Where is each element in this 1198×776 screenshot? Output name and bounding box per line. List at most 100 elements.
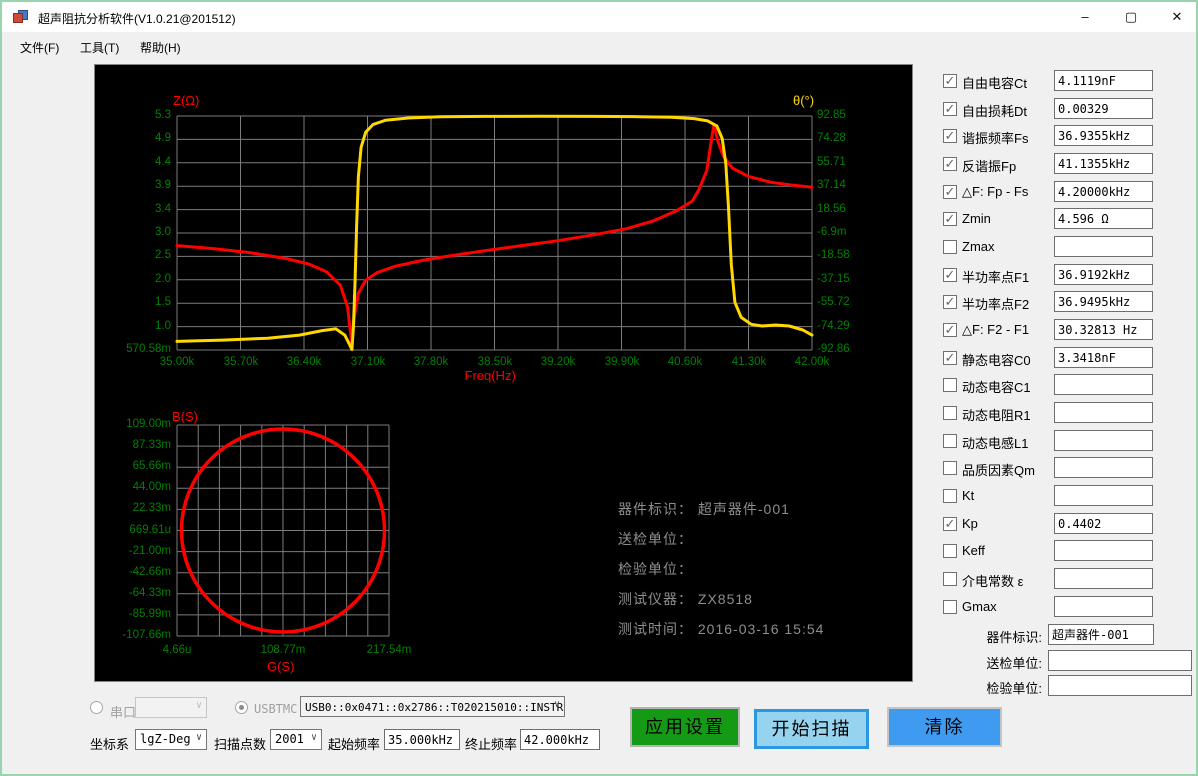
checkbox-zmin[interactable]: ✓ bbox=[943, 212, 957, 226]
b-axis-tick: 669.61u bbox=[95, 524, 171, 536]
scan-points-select[interactable]: 2001 ∨ bbox=[270, 729, 322, 750]
freq-axis-title: Freq(Hz) bbox=[465, 368, 516, 383]
freq-axis-tick: 38.50k bbox=[467, 356, 523, 368]
checkbox-delta-f-fp-fs[interactable]: ✓ bbox=[943, 185, 957, 199]
check-icon: ✓ bbox=[944, 296, 956, 308]
serial-port-select[interactable]: ∨ bbox=[135, 697, 207, 718]
usb-address-select[interactable]: USB0::0x0471::0x2786::T020215010::INSTR … bbox=[300, 696, 565, 717]
b-axis-tick: -64.33m bbox=[95, 587, 171, 599]
checkbox-gmax[interactable] bbox=[943, 600, 957, 614]
start-scan-button[interactable]: 开始扫描 bbox=[754, 709, 869, 749]
checkbox-f1[interactable]: ✓ bbox=[943, 268, 957, 282]
serial-radio[interactable] bbox=[90, 701, 103, 714]
freq-axis-tick: 35.70k bbox=[213, 356, 269, 368]
usbtmc-radio-label: USBTMC bbox=[254, 702, 297, 716]
id-input-submit-unit[interactable] bbox=[1048, 650, 1192, 671]
result-label-delta-f-fp-fs: △F: Fp - Fs bbox=[962, 184, 1028, 200]
serial-radio-label: 串口 bbox=[110, 702, 136, 721]
checkbox-c0[interactable]: ✓ bbox=[943, 351, 957, 365]
maximize-button[interactable]: ▢ bbox=[1108, 2, 1154, 32]
result-value-epsilon[interactable] bbox=[1054, 568, 1153, 589]
result-label-c1: 动态电容C1 bbox=[962, 377, 1031, 396]
z-axis-tick: 5.3 bbox=[95, 109, 171, 121]
checkbox-ct[interactable]: ✓ bbox=[943, 74, 957, 88]
apply-settings-button[interactable]: 应用设置 bbox=[630, 707, 740, 747]
result-value-f2[interactable] bbox=[1054, 291, 1153, 312]
result-value-c0[interactable] bbox=[1054, 347, 1153, 368]
checkbox-zmax[interactable] bbox=[943, 240, 957, 254]
result-value-dt[interactable] bbox=[1054, 98, 1153, 119]
check-icon: ✓ bbox=[944, 213, 956, 225]
result-value-l1[interactable] bbox=[1054, 430, 1153, 451]
result-label-dt: 自由损耗Dt bbox=[962, 101, 1027, 120]
check-icon: ✓ bbox=[944, 158, 956, 170]
theta-axis-tick: 74.28 bbox=[817, 132, 877, 144]
menu-item-help[interactable]: 帮助(H) bbox=[136, 37, 185, 58]
check-icon: ✓ bbox=[944, 186, 956, 198]
result-value-ct[interactable] bbox=[1054, 70, 1153, 91]
device-info-block: 器件标识： 超声器件-001送检单位：检验单位：测试仪器： ZX8518测试时间… bbox=[618, 499, 824, 649]
result-label-zmin: Zmin bbox=[962, 211, 991, 226]
b-axis-tick: 44.00m bbox=[95, 481, 171, 493]
result-value-f1[interactable] bbox=[1054, 264, 1153, 285]
menu-item-file[interactable]: 文件(F) bbox=[16, 37, 63, 58]
result-value-fp[interactable] bbox=[1054, 153, 1153, 174]
b-axis-tick: -85.99m bbox=[95, 608, 171, 620]
result-label-r1: 动态电阻R1 bbox=[962, 405, 1031, 424]
result-value-keff[interactable] bbox=[1054, 540, 1153, 561]
start-freq-input[interactable] bbox=[384, 729, 460, 750]
clear-button[interactable]: 清除 bbox=[887, 707, 1002, 747]
result-value-kt[interactable] bbox=[1054, 485, 1153, 506]
checkbox-kp[interactable]: ✓ bbox=[943, 517, 957, 531]
stop-freq-input[interactable] bbox=[520, 729, 600, 750]
result-value-zmax[interactable] bbox=[1054, 236, 1153, 257]
checkbox-l1[interactable] bbox=[943, 434, 957, 448]
minimize-button[interactable]: – bbox=[1062, 2, 1108, 32]
id-input-inspect-unit[interactable] bbox=[1048, 675, 1192, 696]
menu-item-tools[interactable]: 工具(T) bbox=[76, 37, 123, 58]
check-icon: ✓ bbox=[944, 130, 956, 142]
chart-panel: Z(Ω)θ(°)Freq(Hz)B(S)G(S)5.34.94.43.93.43… bbox=[94, 64, 913, 682]
checkbox-fp[interactable]: ✓ bbox=[943, 157, 957, 171]
result-value-zmin[interactable] bbox=[1054, 208, 1153, 229]
z-axis-tick: 2.5 bbox=[95, 249, 171, 261]
result-value-delta-f-f2-f1[interactable] bbox=[1054, 319, 1153, 340]
checkbox-delta-f-f2-f1[interactable]: ✓ bbox=[943, 323, 957, 337]
theta-axis-tick: -37.15 bbox=[817, 273, 877, 285]
z-axis-tick: 1.0 bbox=[95, 320, 171, 332]
close-button[interactable]: ✕ bbox=[1154, 2, 1198, 32]
result-value-r1[interactable] bbox=[1054, 402, 1153, 423]
id-input-device-id[interactable] bbox=[1048, 624, 1154, 645]
checkbox-dt[interactable]: ✓ bbox=[943, 102, 957, 116]
checkbox-c1[interactable] bbox=[943, 378, 957, 392]
g-axis-tick: 217.54m bbox=[354, 644, 424, 656]
result-label-l1: 动态电感L1 bbox=[962, 433, 1028, 452]
result-value-kp[interactable] bbox=[1054, 513, 1153, 534]
z-axis-tick: 3.4 bbox=[95, 203, 171, 215]
checkbox-epsilon[interactable] bbox=[943, 572, 957, 586]
result-value-gmax[interactable] bbox=[1054, 596, 1153, 617]
window-title: 超声阻抗分析软件(V1.0.21@201512) bbox=[38, 10, 236, 27]
coord-system-label: 坐标系 bbox=[90, 734, 129, 753]
result-label-delta-f-f2-f1: △F: F2 - F1 bbox=[962, 322, 1029, 338]
device-info-line: 测试时间： 2016-03-16 15:54 bbox=[618, 619, 824, 649]
coord-system-select[interactable]: lgZ-Deg ∨ bbox=[135, 729, 207, 750]
result-value-qm[interactable] bbox=[1054, 457, 1153, 478]
checkbox-kt[interactable] bbox=[943, 489, 957, 503]
result-value-delta-f-fp-fs[interactable] bbox=[1054, 181, 1153, 202]
result-label-fp: 反谐振Fp bbox=[962, 156, 1016, 175]
checkbox-fs[interactable]: ✓ bbox=[943, 129, 957, 143]
result-value-fs[interactable] bbox=[1054, 125, 1153, 146]
result-label-qm: 品质因素Qm bbox=[962, 460, 1035, 479]
result-value-c1[interactable] bbox=[1054, 374, 1153, 395]
checkbox-r1[interactable] bbox=[943, 406, 957, 420]
checkbox-f2[interactable]: ✓ bbox=[943, 295, 957, 309]
freq-axis-tick: 36.40k bbox=[276, 356, 332, 368]
freq-axis-tick: 42.00k bbox=[784, 356, 840, 368]
theta-axis-tick: -18.58 bbox=[817, 249, 877, 261]
b-axis-tick: -21.00m bbox=[95, 545, 171, 557]
checkbox-keff[interactable] bbox=[943, 544, 957, 558]
checkbox-qm[interactable] bbox=[943, 461, 957, 475]
freq-axis-tick: 39.20k bbox=[530, 356, 586, 368]
usbtmc-radio[interactable] bbox=[235, 701, 248, 714]
